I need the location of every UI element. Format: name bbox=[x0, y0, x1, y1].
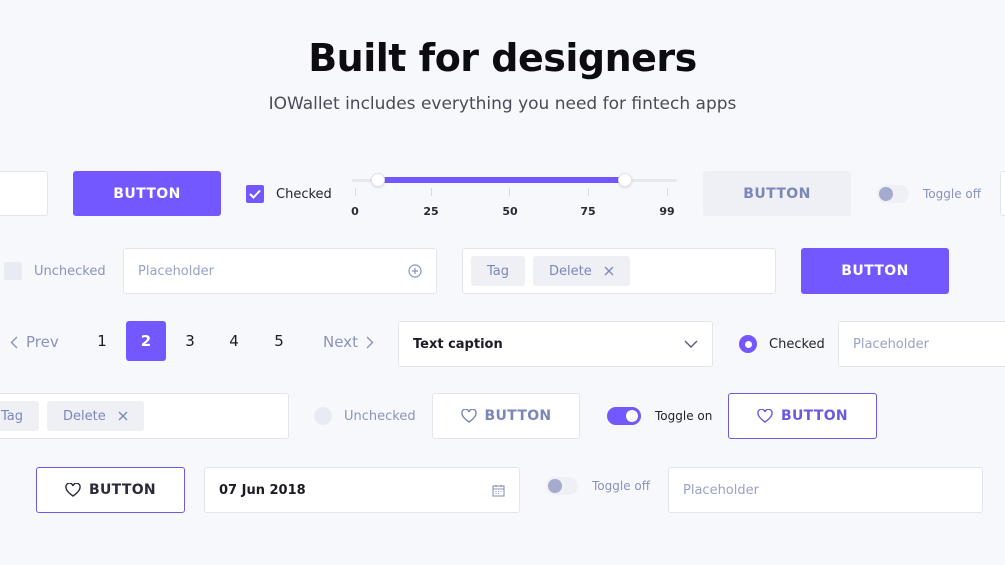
page-subtitle: IOWallet includes everything you need fo… bbox=[268, 94, 737, 114]
slider-tick-label: 25 bbox=[423, 205, 439, 218]
input-field-partial[interactable] bbox=[0, 171, 48, 216]
checkbox-checked[interactable]: Checked bbox=[246, 185, 332, 203]
date-value: 07 Jun 2018 bbox=[219, 482, 306, 498]
radio-checked[interactable]: Checked bbox=[739, 335, 825, 353]
text-input[interactable]: Placeholder bbox=[668, 467, 983, 513]
page-title: Built for designers bbox=[308, 36, 697, 80]
pagination-page-active[interactable]: 2 bbox=[126, 321, 166, 361]
slider-tick bbox=[588, 188, 589, 196]
radio-label: Checked bbox=[769, 336, 825, 352]
like-button-light[interactable]: BUTTON bbox=[432, 393, 580, 439]
toggle-knob bbox=[626, 410, 638, 422]
pagination-prev[interactable]: Prev bbox=[10, 333, 59, 351]
input-placeholder: Placeholder bbox=[853, 336, 929, 352]
toggle-label: Toggle off bbox=[592, 479, 651, 493]
disabled-button[interactable]: BUTTON bbox=[703, 171, 851, 216]
toggle-switch[interactable] bbox=[546, 477, 578, 495]
checkbox-check-icon[interactable] bbox=[246, 185, 264, 203]
input-field-partial[interactable] bbox=[1000, 171, 1005, 216]
chevron-left-icon bbox=[10, 336, 18, 349]
like-button-outline[interactable]: BUTTON bbox=[36, 467, 185, 513]
pagination-page[interactable]: 1 bbox=[82, 321, 122, 361]
tag-label: Tag bbox=[1, 408, 24, 424]
button-label: BUTTON bbox=[781, 408, 848, 424]
toggle-knob bbox=[879, 187, 893, 201]
chevron-down-icon[interactable] bbox=[684, 340, 698, 348]
radio-unchecked[interactable]: Unchecked bbox=[314, 407, 416, 425]
tag-chip[interactable]: Tag bbox=[471, 256, 526, 286]
slider-tick-label: 99 bbox=[659, 205, 675, 218]
toggle-knob bbox=[548, 479, 562, 493]
text-input[interactable]: Placeholder bbox=[838, 321, 1005, 367]
radio-button[interactable] bbox=[314, 407, 332, 425]
toggle-on-row4[interactable]: Toggle on bbox=[607, 407, 712, 425]
input-placeholder: Placeholder bbox=[138, 263, 214, 279]
slider-tick bbox=[431, 188, 432, 196]
slider-fill bbox=[378, 177, 625, 183]
heart-icon bbox=[65, 483, 81, 497]
chevron-right-icon bbox=[366, 336, 374, 349]
checkbox-label: Unchecked bbox=[34, 263, 106, 279]
pagination-page[interactable]: 5 bbox=[259, 321, 299, 361]
slider-tick-label: 50 bbox=[502, 205, 518, 218]
input-placeholder: Placeholder bbox=[683, 482, 759, 498]
close-icon[interactable] bbox=[604, 266, 614, 276]
pagination-next-label: Next bbox=[323, 333, 358, 351]
toggle-label: Toggle off bbox=[923, 187, 982, 201]
button-label: BUTTON bbox=[484, 408, 552, 424]
tag-chip-deletable[interactable]: Delete bbox=[533, 256, 630, 286]
toggle-switch[interactable] bbox=[607, 407, 641, 425]
date-picker[interactable]: 07 Jun 2018 bbox=[204, 467, 520, 513]
toggle-switch[interactable] bbox=[877, 185, 909, 203]
calendar-icon[interactable] bbox=[492, 484, 505, 497]
slider-tick-label: 0 bbox=[351, 205, 359, 218]
checkbox-unchecked[interactable]: Unchecked bbox=[4, 262, 106, 280]
toggle-label: Toggle on bbox=[655, 409, 713, 423]
toggle-off-row1[interactable]: Toggle off bbox=[877, 185, 981, 203]
primary-button[interactable]: BUTTON bbox=[73, 171, 221, 216]
button-label: BUTTON bbox=[89, 482, 156, 498]
checkbox-box[interactable] bbox=[4, 262, 22, 280]
tag-input[interactable]: Tag Delete bbox=[0, 393, 289, 439]
pagination-next[interactable]: Next bbox=[323, 333, 374, 351]
slider-tick-label: 75 bbox=[580, 205, 596, 218]
primary-button[interactable]: BUTTON bbox=[801, 248, 949, 294]
tag-chip-deletable[interactable]: Delete bbox=[47, 401, 144, 431]
toggle-off-row5[interactable]: Toggle off bbox=[546, 477, 650, 495]
pagination-prev-label: Prev bbox=[26, 333, 59, 351]
select-value: Text caption bbox=[413, 336, 503, 352]
tag-label: Tag bbox=[487, 263, 510, 279]
select-dropdown[interactable]: Text caption bbox=[398, 321, 713, 367]
tag-label: Delete bbox=[549, 263, 592, 279]
like-button-outline[interactable]: BUTTON bbox=[728, 393, 877, 439]
radio-button[interactable] bbox=[739, 335, 757, 353]
tag-label: Delete bbox=[63, 408, 106, 424]
pagination-page[interactable]: 3 bbox=[170, 321, 210, 361]
slider-tick bbox=[355, 188, 356, 196]
slider-tick bbox=[509, 188, 510, 196]
heart-icon bbox=[757, 409, 773, 423]
slider-tick bbox=[667, 188, 668, 196]
tag-chip[interactable]: Tag bbox=[0, 401, 40, 431]
plus-circle-icon[interactable] bbox=[408, 264, 422, 278]
radio-label: Unchecked bbox=[344, 408, 416, 424]
input-with-add-icon[interactable]: Placeholder bbox=[123, 248, 437, 294]
close-icon[interactable] bbox=[118, 411, 128, 421]
tag-input[interactable]: Tag Delete bbox=[462, 248, 776, 294]
range-slider[interactable]: 0 25 50 75 99 bbox=[351, 172, 677, 222]
slider-thumb-high[interactable] bbox=[618, 173, 632, 187]
checkbox-label: Checked bbox=[276, 186, 332, 202]
heart-icon bbox=[460, 409, 477, 423]
pagination-page[interactable]: 4 bbox=[214, 321, 254, 361]
slider-thumb-low[interactable] bbox=[371, 173, 385, 187]
